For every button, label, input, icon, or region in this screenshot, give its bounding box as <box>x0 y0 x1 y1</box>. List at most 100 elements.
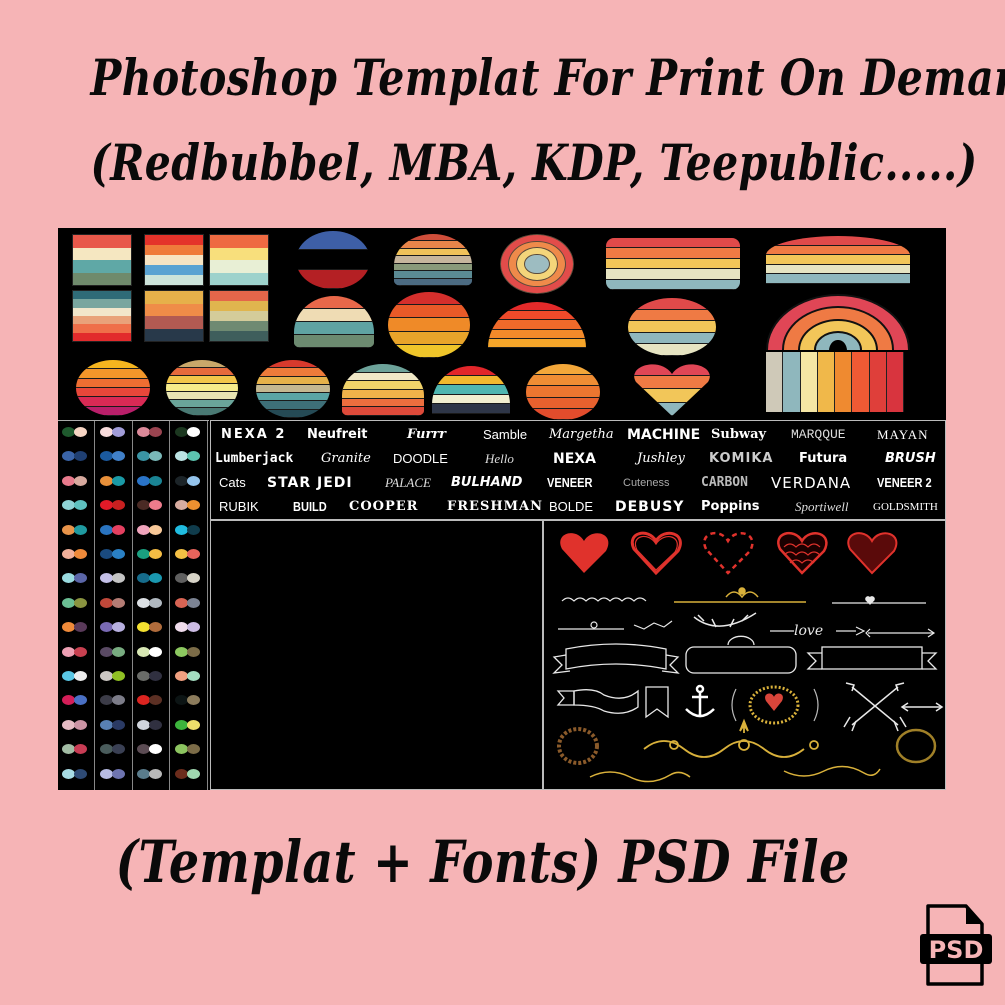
color-pair <box>137 524 167 535</box>
color-pair <box>99 744 130 755</box>
color-swatch <box>99 719 113 730</box>
color-pair <box>99 524 130 535</box>
font-sample: GOLDSMITH <box>873 501 938 513</box>
heart-wreath-icon <box>748 685 800 725</box>
color-swatch <box>174 549 188 559</box>
color-swatch <box>149 695 162 706</box>
font-sample: BOLDE <box>549 499 594 514</box>
color-swatch <box>149 671 162 681</box>
color-pair <box>62 597 92 608</box>
beaded-divider <box>561 597 647 602</box>
color-pair <box>174 744 205 755</box>
crossed-arrows-icon <box>843 682 907 732</box>
color-swatch <box>186 622 200 633</box>
font-sample: DOODLE <box>393 451 448 466</box>
color-swatch <box>174 475 188 486</box>
retro-stripe-square <box>72 234 132 286</box>
color-pair <box>174 622 205 633</box>
color-swatch <box>149 768 162 779</box>
color-pair <box>174 524 205 535</box>
font-sample: VENEER 2 <box>877 475 932 490</box>
color-swatch <box>174 719 188 730</box>
dashed-heart-icon <box>703 531 754 575</box>
font-sample: Lumberjack <box>215 451 294 466</box>
color-swatch <box>99 427 113 437</box>
font-sample: COOPER <box>349 499 419 514</box>
color-pair <box>174 671 205 681</box>
color-pair <box>99 719 130 730</box>
color-swatch <box>174 744 188 755</box>
color-pair <box>174 719 205 730</box>
color-swatch <box>149 719 162 730</box>
palette-column <box>58 421 95 790</box>
font-sample: MAYAN <box>877 427 929 442</box>
color-swatch <box>186 646 200 657</box>
gold-scroll-flourish <box>643 718 819 758</box>
font-row: Lumberjack Granite DOODLE Hello NEXA Jushley K… <box>211 447 947 471</box>
color-swatch <box>74 622 87 633</box>
ornaments-collection: love <box>543 520 946 790</box>
color-swatch <box>99 671 113 681</box>
arrow-heart-divider <box>832 596 926 605</box>
color-swatch <box>186 744 200 755</box>
font-sample: NEXA <box>553 451 596 467</box>
color-pair <box>99 597 130 608</box>
color-pair <box>62 695 92 706</box>
target-circle <box>500 234 574 294</box>
font-sample: Subway <box>711 427 767 442</box>
color-swatch <box>149 573 162 584</box>
color-swatch <box>186 451 200 462</box>
color-swatch <box>186 549 200 559</box>
color-pair <box>62 475 92 486</box>
bold-sunset <box>432 366 510 414</box>
font-list: NEXA 2 Neufreit Furrr Samble Margetha MACHINE… <box>210 420 946 520</box>
color-swatch <box>149 475 162 486</box>
font-sample: Jushley <box>637 451 685 466</box>
color-swatch <box>74 768 87 779</box>
color-pair <box>62 549 92 559</box>
color-swatch <box>174 451 188 462</box>
muted-sunset <box>394 234 472 286</box>
color-swatch <box>111 622 125 633</box>
color-pair <box>99 671 130 681</box>
color-swatch <box>99 744 113 755</box>
color-pair <box>62 451 92 462</box>
color-swatch <box>186 427 200 437</box>
font-sample: CARBON <box>701 475 748 490</box>
color-swatch <box>99 768 113 779</box>
font-sample: BULHAND <box>451 475 523 490</box>
color-swatch <box>186 719 200 730</box>
color-swatch <box>186 573 200 584</box>
color-swatch <box>149 451 162 462</box>
color-swatch <box>186 524 200 535</box>
palette-column <box>96 421 133 790</box>
color-pair <box>137 646 167 657</box>
heart-sunset <box>632 362 712 416</box>
arrow-icon <box>900 702 944 712</box>
retro-stripe-square <box>209 234 269 286</box>
color-swatch <box>99 500 113 511</box>
color-pair <box>99 451 130 462</box>
font-row: Cats STAR JEDI PALACE BULHAND VENEER Cuteness… <box>211 471 947 495</box>
font-sample: RUBIK <box>219 499 259 514</box>
font-sample: PALACE <box>385 475 431 490</box>
font-sample: Samble <box>483 427 528 442</box>
color-swatch <box>174 646 188 657</box>
outline-heart-icon <box>630 531 682 576</box>
color-pair <box>99 646 130 657</box>
ornate-frame-banner <box>685 635 797 674</box>
color-swatch <box>111 573 125 584</box>
color-pair <box>137 719 167 730</box>
color-swatch <box>111 549 125 559</box>
leaf-divider <box>558 620 673 630</box>
color-pair <box>137 597 167 608</box>
retro-stripe-square <box>209 290 269 342</box>
color-swatch <box>111 719 125 730</box>
color-pair <box>62 524 92 535</box>
color-swatch <box>186 695 200 706</box>
color-swatch <box>186 768 200 779</box>
color-swatch <box>74 573 87 584</box>
cool-sunset <box>342 364 424 416</box>
color-pair <box>174 573 205 584</box>
color-swatch <box>186 475 200 486</box>
